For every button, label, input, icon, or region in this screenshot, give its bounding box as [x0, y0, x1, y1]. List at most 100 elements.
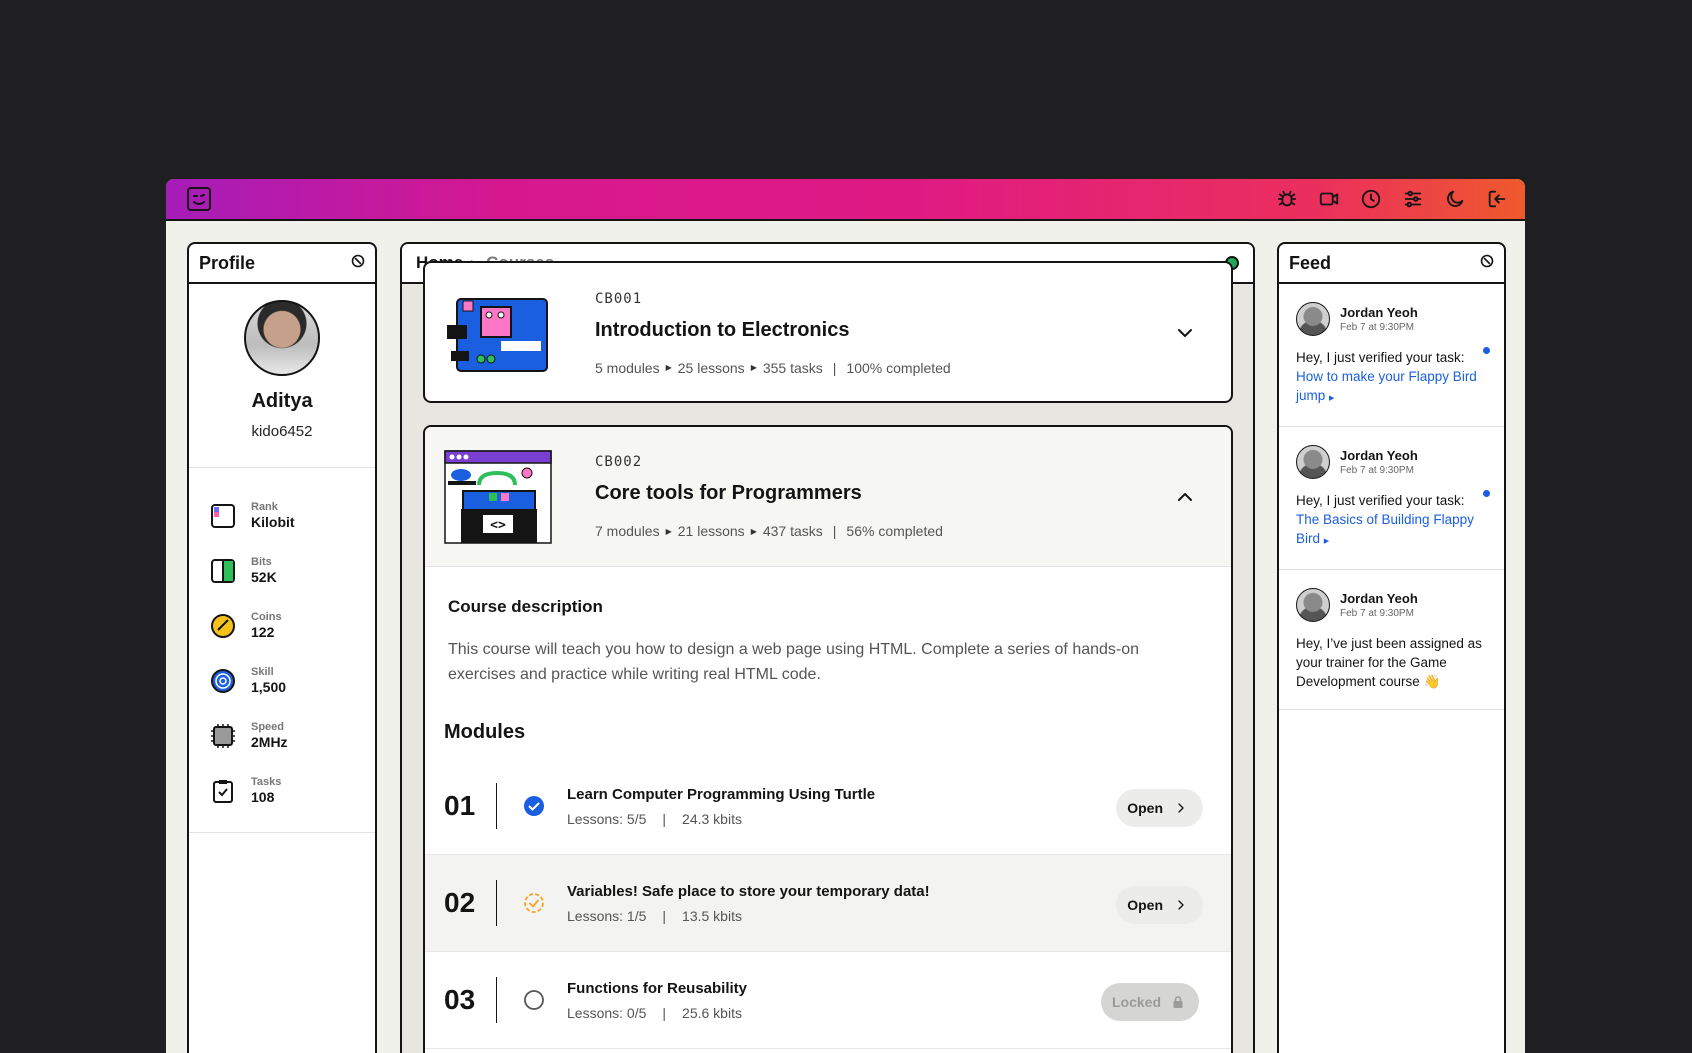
- logout-icon[interactable]: [1485, 187, 1509, 211]
- stat-label: Skill: [251, 666, 274, 678]
- video-icon[interactable]: [1317, 187, 1341, 211]
- profile-panel: Profile Aditya kido6452 Rank Kilobit Bits…: [187, 242, 377, 1053]
- course-completion: 100% completed: [846, 359, 951, 376]
- meta-divider: |: [662, 907, 667, 924]
- feed-panel: Feed Jordan Yeoh Feb 7 at 9:30PM Hey, I …: [1277, 242, 1506, 1053]
- meta-divider: |: [832, 523, 837, 539]
- course-card[interactable]: CB001 Introduction to Electronics 5 modu…: [423, 261, 1233, 403]
- feed-timestamp: Feb 7 at 9:30PM: [1340, 465, 1414, 476]
- module-row: 03 Functions for Reusability Lessons: 0/…: [425, 952, 1231, 1049]
- profile-summary: Aditya kido6452: [189, 284, 375, 468]
- course-card-expanded: <> CB002 Core tools for Programmers 7 mo…: [423, 425, 1233, 1053]
- bits-icon: [211, 558, 235, 583]
- course-lessons-count: 25 lessons: [677, 359, 745, 376]
- stat-speed: Speed 2MHz: [209, 708, 375, 763]
- button-label: Locked: [1111, 994, 1161, 1010]
- stat-value: 2MHz: [251, 734, 288, 750]
- profile-settings-icon[interactable]: [351, 254, 365, 273]
- meta-arrow-icon: ▶: [665, 363, 672, 372]
- settings-sliders-icon[interactable]: [1401, 187, 1425, 211]
- stat-label: Rank: [251, 501, 278, 513]
- course-card-header[interactable]: <> CB002 Core tools for Programmers 7 mo…: [425, 427, 1231, 567]
- electronics-board-icon: [447, 298, 548, 372]
- course-description-title: Course description: [448, 597, 603, 616]
- course-tasks-count: 355 tasks: [762, 359, 823, 376]
- courses-panel: Home ▶ Courses CB001: [400, 242, 1255, 1053]
- feed-user-name[interactable]: Jordan Yeoh: [1340, 591, 1418, 606]
- avatar[interactable]: [244, 300, 320, 376]
- feed-task-link[interactable]: How to make your Flappy Bird jump ▶: [1296, 369, 1477, 403]
- unread-dot-icon: [1483, 490, 1490, 497]
- profile-header: Profile: [189, 244, 375, 284]
- open-module-button[interactable]: Open: [1116, 886, 1203, 924]
- button-label: Open: [1127, 897, 1163, 913]
- module-number: 01: [444, 790, 476, 821]
- feed-message: Hey, I’ve just been assigned as your tra…: [1296, 636, 1482, 689]
- toolbox-icon: <>: [444, 449, 552, 544]
- feed-settings-icon[interactable]: [1480, 254, 1494, 273]
- check-circle-icon: [524, 796, 544, 816]
- module-number: 03: [444, 984, 476, 1015]
- module-title: Functions for Reusability: [567, 979, 748, 997]
- feed-task-link-text[interactable]: The Basics of Building Flappy Bird: [1296, 512, 1474, 546]
- coins-icon: [211, 613, 235, 638]
- module-lessons: Lessons: 0/5: [567, 1004, 647, 1021]
- in-progress-icon: [524, 893, 544, 913]
- feed-item[interactable]: Jordan Yeoh Feb 7 at 9:30PM Hey, I just …: [1279, 284, 1504, 427]
- feed-timestamp: Feb 7 at 9:30PM: [1340, 322, 1414, 333]
- app-window: Profile Aditya kido6452 Rank Kilobit Bits…: [166, 179, 1525, 1053]
- link-arrow-icon: ▶: [1323, 538, 1330, 545]
- open-module-button[interactable]: Open: [1116, 789, 1203, 827]
- meta-divider: |: [832, 359, 837, 376]
- app-logo-icon[interactable]: [186, 186, 212, 212]
- bug-icon[interactable]: [1275, 187, 1299, 211]
- feed-item[interactable]: Jordan Yeoh Feb 7 at 9:30PM Hey, I just …: [1279, 427, 1504, 570]
- course-tasks-count: 437 tasks: [762, 523, 823, 539]
- feed-task-link-text[interactable]: How to make your Flappy Bird jump: [1296, 369, 1477, 403]
- course-title: Core tools for Programmers: [595, 482, 862, 504]
- moon-icon[interactable]: [1443, 187, 1467, 211]
- avatar[interactable]: [1296, 302, 1330, 336]
- course-card-header[interactable]: CB001 Introduction to Electronics 5 modu…: [425, 263, 1231, 403]
- course-modules-count: 7 modules: [595, 523, 660, 539]
- course-code: CB001: [595, 290, 643, 307]
- stat-skill: Skill 1,500: [209, 653, 375, 708]
- course-code: CB002: [595, 454, 643, 470]
- course-lessons-count: 21 lessons: [677, 523, 745, 539]
- meta-arrow-icon: ▶: [750, 526, 757, 536]
- chevron-down-icon[interactable]: [1173, 321, 1197, 345]
- feed-user-name[interactable]: Jordan Yeoh: [1340, 448, 1418, 463]
- divider: [496, 880, 497, 926]
- feed-task-link[interactable]: The Basics of Building Flappy Bird ▶: [1296, 512, 1474, 546]
- module-lessons: Lessons: 1/5: [567, 907, 647, 924]
- feed-timestamp: Feb 7 at 9:30PM: [1340, 608, 1414, 619]
- feed-item[interactable]: Jordan Yeoh Feb 7 at 9:30PM Hey, I’ve ju…: [1279, 570, 1504, 710]
- meta-divider: |: [662, 1004, 667, 1021]
- stat-bits: Bits 52K: [209, 543, 375, 598]
- stat-value: 108: [251, 789, 275, 805]
- chevron-up-icon[interactable]: [1173, 485, 1197, 509]
- tasks-icon: [213, 779, 233, 803]
- profile-title: Profile: [199, 252, 256, 273]
- feed-message-text: Hey, I just verified your task:: [1296, 350, 1465, 365]
- module-row: 01 Learn Computer Programming Using Turt…: [425, 758, 1231, 855]
- avatar[interactable]: [1296, 588, 1330, 622]
- stat-label: Tasks: [251, 776, 282, 788]
- divider: [496, 977, 497, 1023]
- meta-arrow-icon: ▶: [750, 363, 757, 372]
- stat-label: Coins: [251, 611, 282, 623]
- stat-label: Speed: [251, 721, 285, 733]
- course-description: This course will teach you how to design…: [448, 641, 1140, 683]
- user-name: Aditya: [251, 390, 313, 412]
- course-meta: 5 modules ▶ 25 lessons ▶ 355 tasks | 100…: [595, 360, 951, 376]
- feed-title: Feed: [1289, 252, 1332, 273]
- clock-icon[interactable]: [1359, 187, 1383, 211]
- divider: [496, 783, 497, 829]
- feed-user-name[interactable]: Jordan Yeoh: [1340, 305, 1418, 320]
- button-label: Open: [1127, 800, 1163, 816]
- avatar[interactable]: [1296, 445, 1330, 479]
- top-bar: [166, 179, 1525, 221]
- module-size: 13.5 kbits: [682, 907, 742, 924]
- module-size: 25.6 kbits: [682, 1004, 742, 1021]
- empty-circle-icon: [524, 990, 544, 1010]
